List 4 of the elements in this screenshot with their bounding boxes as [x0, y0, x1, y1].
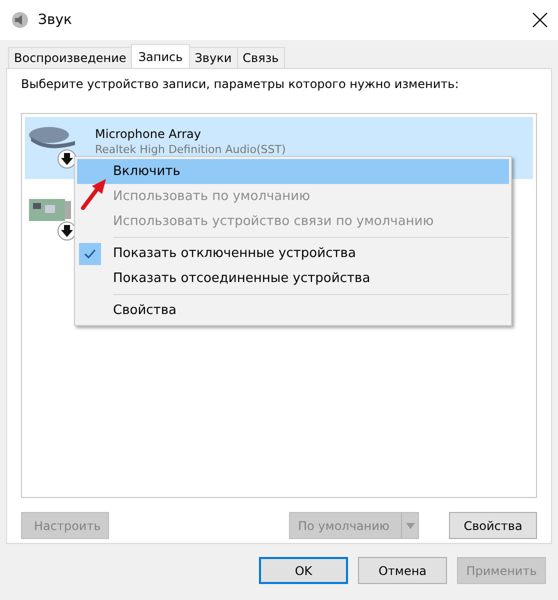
window-title: Звук [38, 12, 73, 28]
instruction-text: Выберите устройство записи, параметры которого нужно изменить: [21, 77, 460, 91]
device-driver: Realtek High Definition Audio(SST) [95, 143, 286, 156]
device-name: Microphone Array [95, 127, 202, 141]
